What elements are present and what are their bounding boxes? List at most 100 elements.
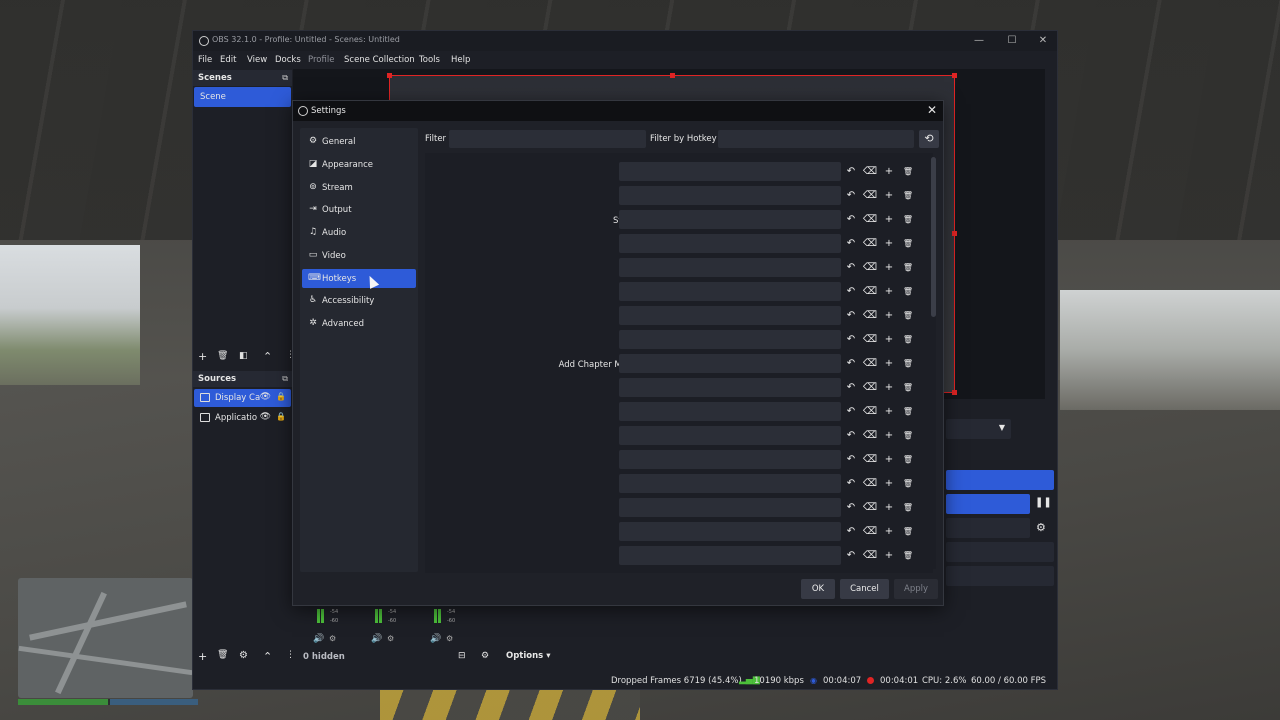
menu-scene-collection[interactable]: Scene Collection <box>344 55 415 65</box>
clear-icon[interactable]: ⌫ <box>862 427 878 444</box>
hotkey-binding-field[interactable] <box>619 258 841 277</box>
hotkey-binding-field[interactable] <box>619 306 841 325</box>
ok-button[interactable]: OK <box>801 579 835 599</box>
add-icon[interactable]: + <box>881 283 897 300</box>
trash-icon[interactable]: 🗑 <box>900 379 916 396</box>
clear-icon[interactable]: ⌫ <box>862 547 878 564</box>
trash-icon[interactable]: 🗑 <box>900 475 916 492</box>
add-icon[interactable]: + <box>881 331 897 348</box>
revert-icon[interactable]: ↶ <box>843 211 859 228</box>
source-item[interactable]: Display Ca 👁 🔒 <box>194 389 291 407</box>
revert-icon[interactable]: ↶ <box>843 187 859 204</box>
hotkey-binding-field[interactable] <box>619 330 841 349</box>
clear-icon[interactable]: ⌫ <box>862 523 878 540</box>
add-icon[interactable]: + <box>881 211 897 228</box>
revert-icon[interactable]: ↶ <box>843 331 859 348</box>
add-icon[interactable]: + <box>881 163 897 180</box>
clear-icon[interactable]: ⌫ <box>862 403 878 420</box>
layout-toggle-icon[interactable]: ⊟ <box>458 651 466 661</box>
source-properties-icon[interactable]: ⚙ <box>239 650 248 661</box>
move-source-up-icon[interactable]: ⌃ <box>263 650 272 663</box>
nav-video[interactable]: ▭ Video <box>302 246 416 265</box>
add-icon[interactable]: + <box>881 259 897 276</box>
clear-icon[interactable]: ⌫ <box>862 355 878 372</box>
options-button[interactable]: Options ▾ <box>506 651 550 661</box>
trash-icon[interactable]: 🗑 <box>900 499 916 516</box>
hotkey-binding-field[interactable] <box>619 522 841 541</box>
trash-icon[interactable]: 🗑 <box>900 307 916 324</box>
add-icon[interactable]: + <box>881 547 897 564</box>
trash-icon[interactable]: 🗑 <box>900 547 916 564</box>
undock-icon[interactable]: ⧉ <box>282 374 288 384</box>
hotkey-binding-field[interactable] <box>619 162 841 181</box>
close-settings-button[interactable]: ✕ <box>925 103 939 117</box>
revert-icon[interactable]: ↶ <box>843 307 859 324</box>
clear-icon[interactable]: ⌫ <box>862 331 878 348</box>
source-more-icon[interactable]: ⋮ <box>286 650 295 660</box>
clear-icon[interactable]: ⌫ <box>862 163 878 180</box>
trash-icon[interactable]: 🗑 <box>900 403 916 420</box>
lock-icon[interactable]: 🔒 <box>276 412 286 421</box>
clear-icon[interactable]: ⌫ <box>862 283 878 300</box>
filter-by-hotkey-input[interactable] <box>718 130 914 148</box>
trash-icon[interactable]: 🗑 <box>900 211 916 228</box>
clear-icon[interactable]: ⌫ <box>862 475 878 492</box>
menu-docks[interactable]: Docks <box>275 55 301 65</box>
hotkey-binding-field[interactable] <box>619 186 841 205</box>
revert-icon[interactable]: ↶ <box>843 283 859 300</box>
mixer-advanced-icon[interactable]: ⚙ <box>481 651 489 661</box>
nav-appearance[interactable]: ◪ Appearance <box>302 155 416 174</box>
virtual-camera-button[interactable] <box>946 518 1030 538</box>
add-scene-icon[interactable]: + <box>198 350 207 363</box>
minimize-button[interactable]: — <box>969 33 989 49</box>
nav-audio[interactable]: ♫ Audio <box>302 223 416 242</box>
nav-output[interactable]: ⇥ Output <box>302 200 416 219</box>
trash-icon[interactable]: 🗑 <box>900 355 916 372</box>
nav-stream[interactable]: ⊚ Stream <box>302 178 416 197</box>
trash-icon[interactable]: 🗑 <box>900 259 916 276</box>
clear-icon[interactable]: ⌫ <box>862 307 878 324</box>
revert-icon[interactable]: ↶ <box>843 403 859 420</box>
hotkey-binding-field[interactable] <box>619 234 841 253</box>
apply-button[interactable]: Apply <box>894 579 938 599</box>
trash-icon[interactable]: 🗑 <box>900 523 916 540</box>
nav-general[interactable]: ⚙ General <box>302 132 416 151</box>
add-icon[interactable]: + <box>881 187 897 204</box>
gear-icon[interactable]: ⚙ <box>1036 521 1046 534</box>
revert-icon[interactable]: ↶ <box>843 355 859 372</box>
move-scene-up-icon[interactable]: ⌃ <box>263 350 272 363</box>
visibility-eye-icon[interactable]: 👁 <box>260 412 271 422</box>
transition-dropdown[interactable]: ▼ <box>946 419 1011 439</box>
hotkey-binding-field[interactable] <box>619 474 841 493</box>
mixer-settings-icon[interactable]: ⚙ <box>329 634 336 643</box>
trash-icon[interactable]: 🗑 <box>900 163 916 180</box>
hotkey-binding-field[interactable] <box>619 210 841 229</box>
lock-icon[interactable]: 🔒 <box>276 392 286 401</box>
hotkey-binding-field[interactable] <box>619 282 841 301</box>
add-icon[interactable]: + <box>881 475 897 492</box>
add-icon[interactable]: + <box>881 403 897 420</box>
source-item[interactable]: Applicatio 👁 🔒 <box>194 409 291 427</box>
speaker-icon[interactable]: 🔊 <box>371 634 382 644</box>
trash-icon[interactable]: 🗑 <box>900 451 916 468</box>
clear-icon[interactable]: ⌫ <box>862 235 878 252</box>
add-icon[interactable]: + <box>881 379 897 396</box>
hotkey-binding-field[interactable] <box>619 378 841 397</box>
revert-icon[interactable]: ↶ <box>843 499 859 516</box>
hotkey-binding-field[interactable] <box>619 354 841 373</box>
hotkey-binding-field[interactable] <box>619 546 841 565</box>
revert-icon[interactable]: ↶ <box>843 451 859 468</box>
filter-input[interactable] <box>449 130 646 148</box>
menu-help[interactable]: Help <box>451 55 470 65</box>
hotkey-binding-field[interactable] <box>619 498 841 517</box>
maximize-button[interactable]: ☐ <box>1002 33 1022 49</box>
add-icon[interactable]: + <box>881 235 897 252</box>
settings-button[interactable] <box>946 566 1054 586</box>
revert-icon[interactable]: ↶ <box>843 379 859 396</box>
speaker-icon[interactable]: 🔊 <box>430 634 441 644</box>
close-window-button[interactable]: ✕ <box>1033 33 1053 49</box>
trash-icon[interactable]: 🗑 <box>900 331 916 348</box>
visibility-eye-icon[interactable]: 👁 <box>260 392 271 402</box>
trash-icon[interactable]: 🗑 <box>900 283 916 300</box>
revert-icon[interactable]: ↶ <box>843 475 859 492</box>
